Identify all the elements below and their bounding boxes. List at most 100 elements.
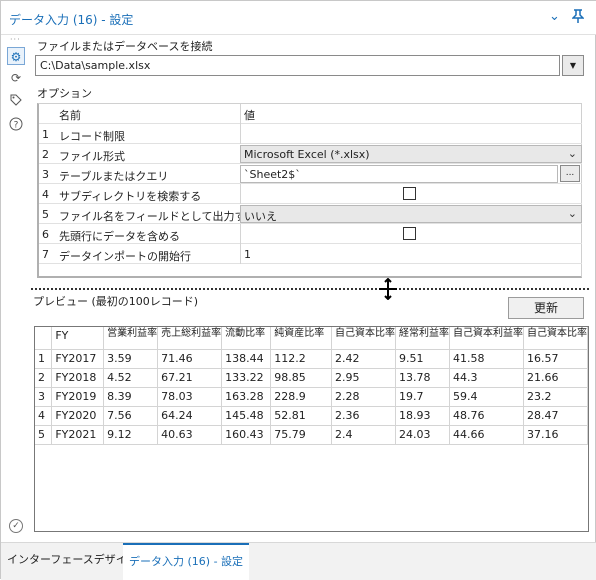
settings-window: データ入力 (16) - 設定 ⌄ ··· ⚙ ⟳ ? ファイルまたはデータベー… — [0, 0, 596, 580]
row-number: 1 — [42, 128, 49, 141]
option-row[interactable]: 5 ファイル名をフィールドとして出力す... いいえ ⌄ — [39, 204, 582, 224]
option-name: レコード制限 — [59, 130, 125, 143]
table-row[interactable]: 3 FY2019 8.39 78.03 163.28 228.9 2.28 19.7 59.4 2… — [35, 387, 589, 407]
file-format-select[interactable]: Microsoft Excel (*.xlsx) ⌄ — [240, 145, 582, 163]
column-header[interactable]: 自己資本利益率 — [449, 327, 524, 350]
table-row[interactable]: 4 FY2020 7.56 64.24 145.48 52.81 2.36 18.93 48.7… — [35, 406, 589, 426]
option-row[interactable]: 6 先頭行にデータを含める — [39, 224, 582, 244]
column-header[interactable]: 売上総利益率 — [157, 327, 223, 350]
table-cell: 98.85 — [270, 368, 332, 388]
table-cell: 52.81 — [270, 406, 332, 426]
table-row[interactable]: 1 FY2017 3.59 71.46 138.44 112.2 2.42 9.51 41.58… — [35, 349, 589, 369]
table-cell: 48.76 — [449, 406, 524, 426]
gear-icon[interactable]: ⚙ — [7, 47, 25, 65]
table-cell: 64.24 — [157, 406, 223, 426]
table-cell: FY2021 — [51, 425, 105, 445]
preview-header-row: FY 営業利益率 売上総利益率 流動比率 純資産比率 自己資本比率 経常利益率 … — [35, 327, 589, 350]
column-header[interactable]: 自己資本比率 — [523, 327, 589, 350]
row-number: 4 — [42, 188, 49, 201]
swirl-icon[interactable]: ⟳ — [7, 69, 25, 87]
table-cell: 23.2 — [523, 387, 589, 407]
preview-table: FY 営業利益率 売上総利益率 流動比率 純資産比率 自己資本比率 経常利益率 … — [35, 327, 589, 445]
table-query-value: `Sheet2$` — [244, 168, 301, 181]
table-cell: 78.03 — [157, 387, 223, 407]
resize-handle-icon[interactable] — [377, 277, 399, 303]
options-label: オプション — [37, 87, 92, 100]
option-name: サブディレクトリを検索する — [59, 190, 202, 203]
table-cell: 160.43 — [221, 425, 272, 445]
pane-splitter[interactable] — [31, 288, 589, 290]
column-header[interactable]: 経常利益率 — [395, 327, 450, 350]
table-query-input[interactable]: `Sheet2$` — [240, 165, 558, 183]
table-cell: 2.4 — [331, 425, 396, 445]
file-path-input[interactable]: C:\Data\sample.xlsx — [35, 55, 560, 76]
connect-label: ファイルまたはデータベースを接続 — [37, 40, 213, 53]
row-index-cell: 5 — [35, 425, 53, 445]
option-row[interactable]: 2 ファイル形式 Microsoft Excel (*.xlsx) ⌄ — [39, 144, 582, 164]
row-number: 6 — [42, 228, 49, 241]
table-cell: 44.3 — [449, 368, 524, 388]
table-cell: 16.57 — [523, 349, 589, 369]
table-cell: 8.39 — [103, 387, 159, 407]
table-cell: 2.36 — [331, 406, 396, 426]
record-limit-input[interactable] — [240, 124, 582, 144]
pin-icon[interactable] — [571, 9, 585, 28]
row-number: 2 — [42, 148, 49, 161]
table-cell: FY2018 — [51, 368, 105, 388]
table-row[interactable]: 2 FY2018 4.52 67.21 133.22 98.85 2.95 13.78 44.3… — [35, 368, 589, 388]
option-name: データインポートの開始行 — [59, 250, 191, 263]
row-number: 3 — [42, 168, 49, 181]
chevron-down-icon[interactable]: ⌄ — [549, 9, 560, 25]
file-dropdown-button[interactable]: ▼ — [562, 55, 584, 76]
table-cell: 59.4 — [449, 387, 524, 407]
option-row[interactable]: 1 レコード制限 — [39, 124, 582, 144]
window-title: データ入力 (16) - 設定 — [9, 13, 134, 27]
svg-text:?: ? — [14, 121, 19, 131]
options-header-row: 名前 値 — [39, 104, 582, 124]
refresh-button[interactable]: 更新 — [508, 297, 584, 319]
table-cell: 71.46 — [157, 349, 223, 369]
row-index-cell: 3 — [35, 387, 53, 407]
table-cell: 13.78 — [395, 368, 450, 388]
option-name: 先頭行にデータを含める — [59, 230, 180, 243]
table-cell: 44.66 — [449, 425, 524, 445]
table-cell: 67.21 — [157, 368, 223, 388]
table-cell: 138.44 — [221, 349, 272, 369]
table-cell: FY2017 — [51, 349, 105, 369]
table-cell: 19.7 — [395, 387, 450, 407]
start-row-input[interactable]: 1 — [240, 244, 582, 264]
table-cell: 28.47 — [523, 406, 589, 426]
table-cell: 7.56 — [103, 406, 159, 426]
table-cell: 112.2 — [270, 349, 332, 369]
table-cell: 2.28 — [331, 387, 396, 407]
option-row[interactable]: 3 テーブルまたはクエリ `Sheet2$` ... — [39, 164, 582, 184]
tag-icon[interactable] — [7, 93, 25, 111]
preview-grid: FY 営業利益率 売上総利益率 流動比率 純資産比率 自己資本比率 経常利益率 … — [34, 326, 589, 532]
table-cell: 3.59 — [103, 349, 159, 369]
table-cell: 37.16 — [523, 425, 589, 445]
question-icon[interactable]: ? — [7, 117, 25, 135]
column-header[interactable]: 自己資本比率 — [331, 327, 396, 350]
option-row[interactable]: 7 データインポートの開始行 1 — [39, 244, 582, 264]
column-header[interactable]: 純資産比率 — [270, 327, 332, 350]
first-row-data-checkbox[interactable] — [403, 227, 416, 240]
table-cell: 9.51 — [395, 349, 450, 369]
browse-table-button[interactable]: ... — [560, 165, 580, 182]
table-cell: 40.63 — [157, 425, 223, 445]
table-cell: 228.9 — [270, 387, 332, 407]
options-grid: 名前 値 1 レコード制限 2 ファイル形式 Microsoft Excel (… — [37, 103, 582, 278]
column-header[interactable]: FY — [51, 327, 105, 350]
row-index-cell: 1 — [35, 349, 53, 369]
title-bar: データ入力 (16) - 設定 ⌄ — [1, 1, 596, 35]
tab-data-input-settings[interactable]: データ入力 (16) - 設定 — [123, 543, 250, 580]
column-header[interactable]: 営業利益率 — [103, 327, 159, 350]
row-index-cell: 2 — [35, 368, 53, 388]
column-header[interactable]: 流動比率 — [221, 327, 272, 350]
row-index-header — [35, 327, 53, 350]
output-filename-select[interactable]: いいえ ⌄ — [240, 205, 582, 223]
search-subdirectories-checkbox[interactable] — [403, 187, 416, 200]
row-number: 5 — [42, 208, 49, 221]
option-name: ファイル名をフィールドとして出力す... — [59, 210, 256, 223]
option-row[interactable]: 4 サブディレクトリを検索する — [39, 184, 582, 204]
table-row[interactable]: 5 FY2021 9.12 40.63 160.43 75.79 2.4 24.03 44.66… — [35, 425, 589, 445]
